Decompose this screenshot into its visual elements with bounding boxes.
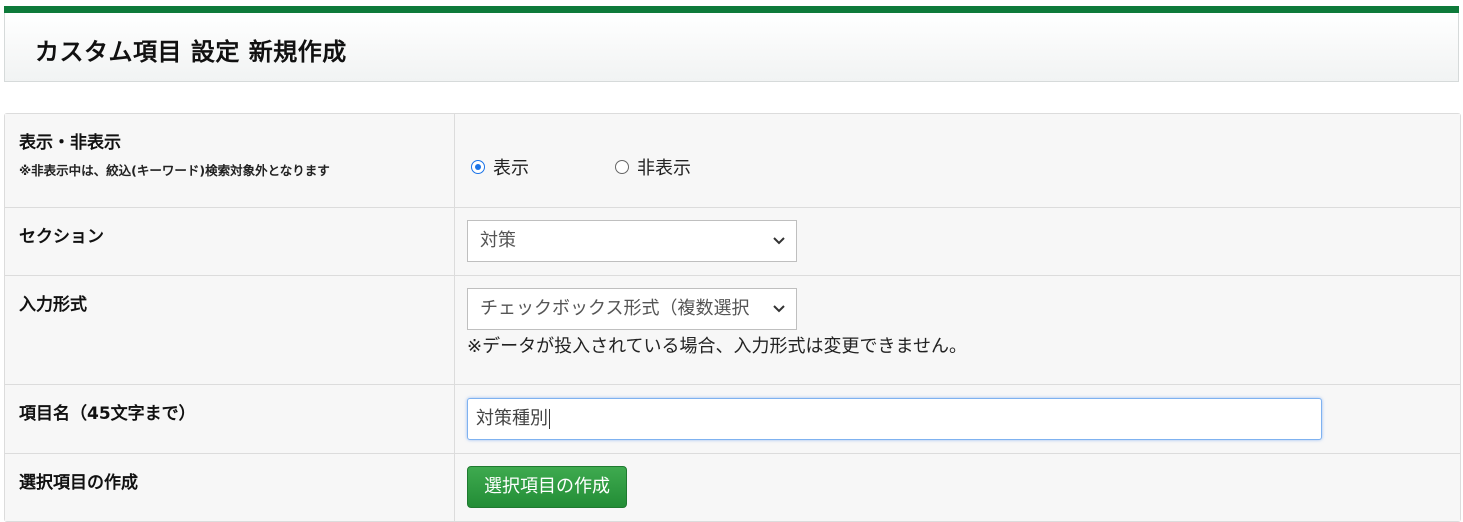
section-row: セクション 対策 xyxy=(5,208,1460,276)
choices-label-cell: 選択項目の作成 xyxy=(5,454,455,521)
section-select[interactable]: 対策 xyxy=(467,220,797,262)
page-title: カスタム項目 設定 新規作成 xyxy=(35,38,347,66)
text-caret xyxy=(549,409,550,429)
visibility-radio-group: 表示 非表示 xyxy=(471,154,777,180)
chevron-down-icon xyxy=(773,305,785,313)
item-name-label-cell: 項目名（45文字まで） xyxy=(5,385,455,453)
section-select-value: 対策 xyxy=(480,230,516,251)
section-label-cell: セクション xyxy=(5,208,455,275)
create-choices-button[interactable]: 選択項目の作成 xyxy=(467,466,627,508)
item-name-label: 項目名（45文字まで） xyxy=(19,404,196,424)
visibility-row: 表示・非表示 ※非表示中は、絞込(キーワード)検索対象外となります 表示 非表示 xyxy=(5,114,1460,208)
choices-row: 選択項目の作成 選択項目の作成 xyxy=(5,454,1460,521)
choices-value-cell: 選択項目の作成 xyxy=(455,454,1460,521)
input-format-select[interactable]: チェックボックス形式（複数選択 xyxy=(467,288,797,330)
radio-hide[interactable]: 非表示 xyxy=(615,154,691,180)
custom-item-form: 表示・非表示 ※非表示中は、絞込(キーワード)検索対象外となります 表示 非表示… xyxy=(4,113,1461,522)
visibility-note: ※非表示中は、絞込(キーワード)検索対象外となります xyxy=(19,163,330,178)
visibility-value-cell: 表示 非表示 xyxy=(455,114,1460,207)
radio-show-label: 表示 xyxy=(493,158,529,179)
radio-hide-label: 非表示 xyxy=(637,158,691,179)
input-format-value-cell: チェックボックス形式（複数選択 ※データが投入されている場合、入力形式は変更でき… xyxy=(455,276,1460,384)
top-accent-bar xyxy=(4,6,1459,13)
item-name-input-value: 対策種別 xyxy=(476,408,548,429)
item-name-input[interactable]: 対策種別 xyxy=(467,398,1322,440)
visibility-label: 表示・非表示 xyxy=(19,133,121,153)
page-header: カスタム項目 設定 新規作成 xyxy=(4,13,1459,82)
chevron-down-icon xyxy=(773,237,785,245)
input-format-row: 入力形式 チェックボックス形式（複数選択 ※データが投入されている場合、入力形式… xyxy=(5,276,1460,385)
visibility-label-cell: 表示・非表示 ※非表示中は、絞込(キーワード)検索対象外となります xyxy=(5,114,455,207)
radio-show-indicator[interactable] xyxy=(471,160,485,174)
section-value-cell: 対策 xyxy=(455,208,1460,275)
radio-show[interactable]: 表示 xyxy=(471,154,529,180)
section-label: セクション xyxy=(19,227,104,247)
radio-hide-indicator[interactable] xyxy=(615,160,629,174)
item-name-value-cell: 対策種別 xyxy=(455,385,1460,453)
input-format-select-value: チェックボックス形式（複数選択 xyxy=(480,298,750,319)
item-name-row: 項目名（45文字まで） 対策種別 xyxy=(5,385,1460,454)
input-format-label: 入力形式 xyxy=(19,295,87,315)
input-format-label-cell: 入力形式 xyxy=(5,276,455,384)
choices-label: 選択項目の作成 xyxy=(19,473,138,493)
input-format-help: ※データが投入されている場合、入力形式は変更できません。 xyxy=(467,336,967,357)
